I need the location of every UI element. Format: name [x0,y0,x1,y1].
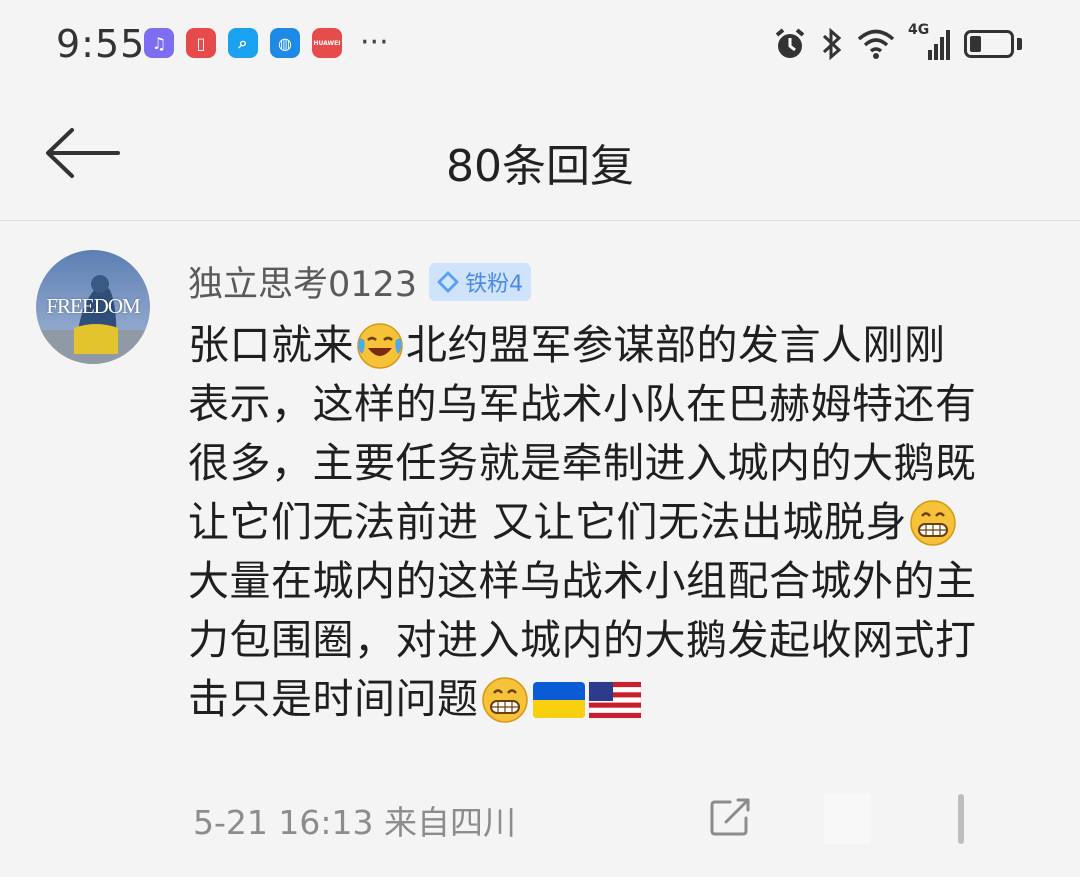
comment-timestamp: 5-21 16:13 [193,803,374,842]
scroll-indicator [958,794,964,844]
share-icon[interactable] [710,798,752,836]
usa-flag-icon [588,681,641,718]
comment-text: 击只是时间问题 [188,675,479,723]
comment-author-row: 独立思考0123 铁粉4 [188,256,532,307]
like-area[interactable] [824,794,870,844]
comment-line: 表示，这样的乌军战术小队在巴赫姆特还有 [188,375,1050,434]
comment-text: 大量在城内的这样乌战术小组配合城外的主 [188,557,977,605]
bluetooth-icon [822,27,842,61]
comment-text: 北约盟军参谋部的发言人刚刚 [406,321,946,369]
comment-line: 力包围圈，对进入城内的大鹅发起收网式打 [188,611,1050,670]
comment-line: 张口就来 北约盟军参谋部的发言人刚刚 [188,316,1050,375]
wifi-icon [857,29,895,59]
comment-text: 表示，这样的乌军战术小队在巴赫姆特还有 [188,380,977,428]
battery-level-fill [970,36,982,52]
comment-body: 张口就来 北约盟军参谋部的发言人刚刚表示，这样的乌军战术小队在巴赫姆特还有 很多，主… [188,316,1050,729]
alarm-icon [775,28,805,58]
page-header: 80条回复 [0,90,1080,221]
avatar-text: FREEDOM [46,294,140,318]
grinning-emoji-icon [481,676,528,723]
avatar[interactable]: FREEDOM [36,250,150,364]
system-icons: 4G [772,22,1024,62]
diamond-icon [437,270,460,293]
fan-badge[interactable]: 铁粉4 [429,262,532,301]
ukraine-flag-icon [532,681,585,718]
username[interactable]: 独立思考0123 [188,256,417,307]
comment-meta: 5-21 16:13 来自四川 [193,796,516,844]
comment-text: 力包围圈，对进入城内的大鹅发起收网式打 [188,616,977,664]
comment-text: 张口就来 [188,321,354,369]
comment-text: 很多，主要任务就是牵制进入城内的大鹅既 [188,439,977,487]
comment-line: 让它们无法前进 又让它们无法出城脱身 [188,493,1050,552]
search-app-icon: ⌕ [228,28,258,58]
comment-line: 击只是时间问题 [188,670,1050,729]
reader-app-icon: ▯ [186,28,216,58]
battery-icon [964,28,1024,60]
more-notifications-icon: ··· [360,25,389,60]
grinning-emoji-icon [910,499,956,546]
crying-laughing-emoji-icon [357,322,403,369]
huawei-app-icon: HUAWEI [312,28,342,58]
comment-location: 来自四川 [384,803,516,842]
comment-line: 大量在城内的这样乌战术小组配合城外的主 [188,552,1050,611]
cellular-signal-icon: 4G [908,22,952,62]
fan-badge-label: 铁粉4 [465,271,524,297]
music-app-icon: ♫ [144,28,174,58]
status-bar: 9:55 ♫ ▯ ⌕ ◍ HUAWEI ··· 4G [0,0,1080,90]
status-time: 9:55 [56,22,146,66]
notification-app-icons: ♫ ▯ ⌕ ◍ HUAWEI ··· [144,28,389,58]
comment-text: 让它们无法前进 又让它们无法出城脱身 [188,498,908,546]
comment-line: 很多，主要任务就是牵制进入城内的大鹅既 [188,434,1050,493]
page-title: 80条回复 [446,141,634,192]
browser-app-icon: ◍ [270,28,300,58]
